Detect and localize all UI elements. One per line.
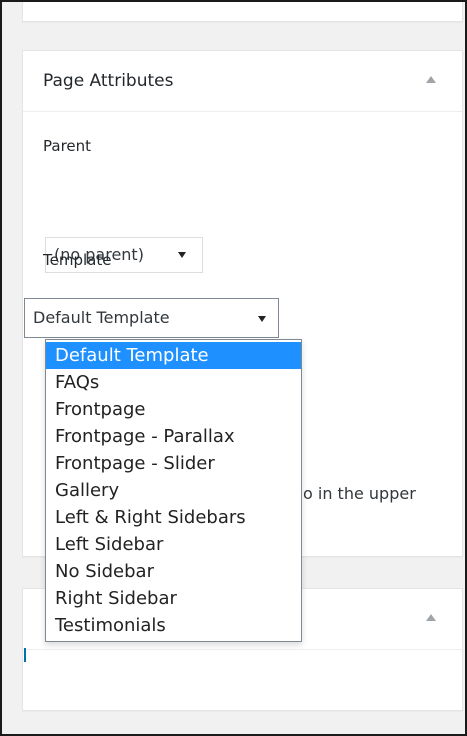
template-option[interactable]: No Sidebar: [46, 558, 301, 585]
template-option[interactable]: FAQs: [46, 369, 301, 396]
template-select-value: Default Template: [33, 308, 170, 327]
template-select[interactable]: Default Template: [24, 298, 279, 338]
template-option[interactable]: Left Sidebar: [46, 531, 301, 558]
template-option[interactable]: Left & Right Sidebars: [46, 504, 301, 531]
template-option[interactable]: Gallery: [46, 477, 301, 504]
template-option[interactable]: Default Template: [46, 342, 301, 369]
template-option[interactable]: Testimonials: [46, 612, 301, 639]
template-option[interactable]: Right Sidebar: [46, 585, 301, 612]
screenshot-frame: Page Attributes Parent (no parent) Templ…: [0, 0, 467, 736]
collapse-toggle-icon[interactable]: [426, 614, 436, 621]
caret-down-icon: [178, 252, 186, 258]
template-option[interactable]: Frontpage: [46, 396, 301, 423]
parent-label: Parent: [43, 137, 92, 155]
partially-hidden-link[interactable]: [24, 648, 26, 662]
collapse-toggle-icon[interactable]: [426, 76, 436, 83]
hidden-help-text: o in the upper: [303, 484, 416, 503]
template-option[interactable]: Frontpage - Slider: [46, 450, 301, 477]
template-option[interactable]: Frontpage - Parallax: [46, 423, 301, 450]
metabox-title: Page Attributes: [43, 71, 174, 91]
template-dropdown-list: Default Template FAQs Frontpage Frontpag…: [45, 339, 302, 642]
metabox-above: [22, 2, 463, 22]
template-label: Template: [43, 251, 112, 269]
metabox-header[interactable]: Page Attributes: [23, 51, 462, 112]
caret-down-icon: [258, 316, 266, 322]
